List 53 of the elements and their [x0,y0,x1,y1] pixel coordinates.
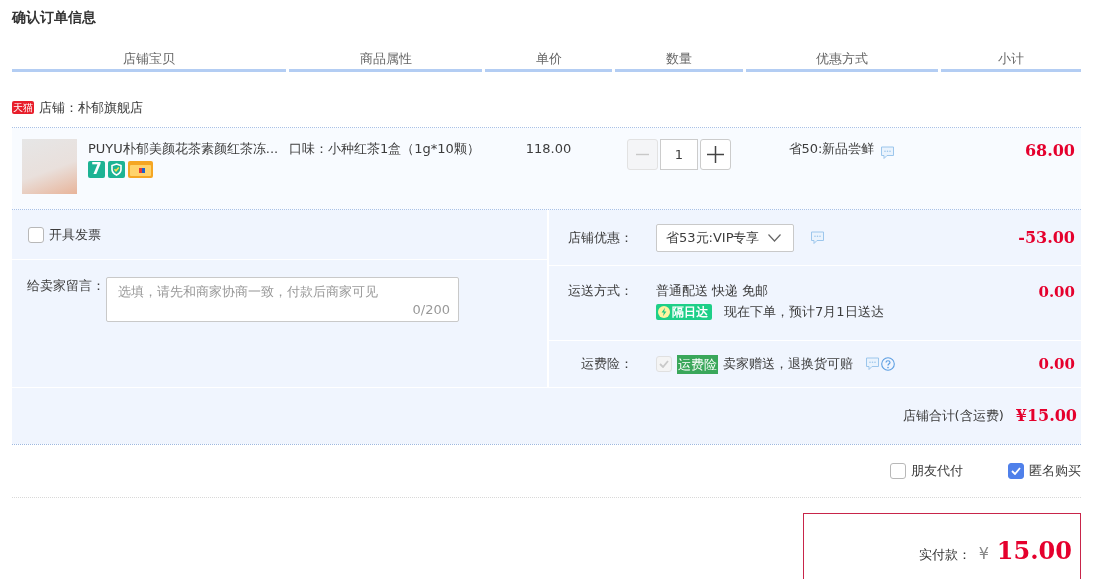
option-checkbox[interactable] [890,463,906,479]
chat-bubble-icon[interactable] [865,357,880,371]
delivery-estimate: 现在下单，预计7月1日送达 [724,303,884,321]
shop-name[interactable]: 店铺：朴郁旗舰店 [39,99,143,117]
help-icon[interactable] [881,357,895,371]
check-icon [659,360,669,368]
shipping-amount: 0.00 [1038,282,1076,302]
invoice-checkbox[interactable] [28,226,44,243]
option-checkbox[interactable] [1008,463,1024,479]
chevron-down-icon [768,233,781,242]
plus-icon [707,146,724,163]
chat-bubble-icon[interactable] [810,230,825,245]
invoice-label[interactable]: 开具发票 [49,225,101,244]
product-photo-placeholder [22,139,77,194]
column-header: 店铺宝贝 [12,49,286,72]
discount-label: 店铺优惠： [567,228,633,247]
service-badge: 7 [88,161,105,178]
store-badge: 天猫 [12,101,34,114]
character-count: 0/200 [412,301,450,319]
shipping-method: 普通配送 快递 免邮 [656,282,769,300]
column-header: 小计 [941,49,1081,72]
chat-bubble-icon[interactable] [880,146,896,160]
discount-amount: -53.00 [1018,226,1076,249]
currency-symbol: ¥ [978,544,989,563]
insurance-note: 卖家赠送，退换货可赔 [723,355,853,373]
shipping-label: 运送方式： [567,282,633,300]
message-label: 给卖家留言： [27,277,106,295]
column-header: 数量 [615,49,743,72]
payment-amount: 15.00 [996,536,1072,566]
column-header: 商品属性 [289,49,482,72]
payment-label: 实付款： [918,546,971,564]
insurance-tag: 运费险 [677,354,718,374]
shop-total-amount: ¥15.00 [1015,405,1077,427]
product-attribute: 口味：小种红茶1盒（1g*10颗） [289,141,480,156]
shop-total-label: 店铺合计(含运费) [902,407,1004,425]
delivery-badge-label: 隔日达 [672,304,708,320]
unit-price: 118.00 [525,141,572,156]
page-title: 确认订单信息 [12,8,97,27]
option-label[interactable]: 朋友代付 [911,462,963,480]
promotion-text: 省50:新品尝鲜 [788,140,875,158]
shield-icon [108,161,125,178]
quantity-field[interactable]: 1 [660,139,698,170]
coupon-select[interactable]: 省53元:VIP专享 [656,223,794,252]
item-subtotal: 68.00 [1024,141,1075,160]
increase-button[interactable] [700,139,731,170]
insurance-amount: 0.00 [1038,354,1076,375]
insurance-label: 运费险： [580,355,633,373]
column-header: 优惠方式 [746,49,938,72]
card-icon [128,161,153,178]
check-icon [1011,467,1021,475]
product-title[interactable]: PUYU朴郁美颜花茶素颜红茶冻... [88,139,279,159]
column-header: 单价 [485,49,612,72]
option-label[interactable]: 匿名购买 [1029,462,1081,480]
